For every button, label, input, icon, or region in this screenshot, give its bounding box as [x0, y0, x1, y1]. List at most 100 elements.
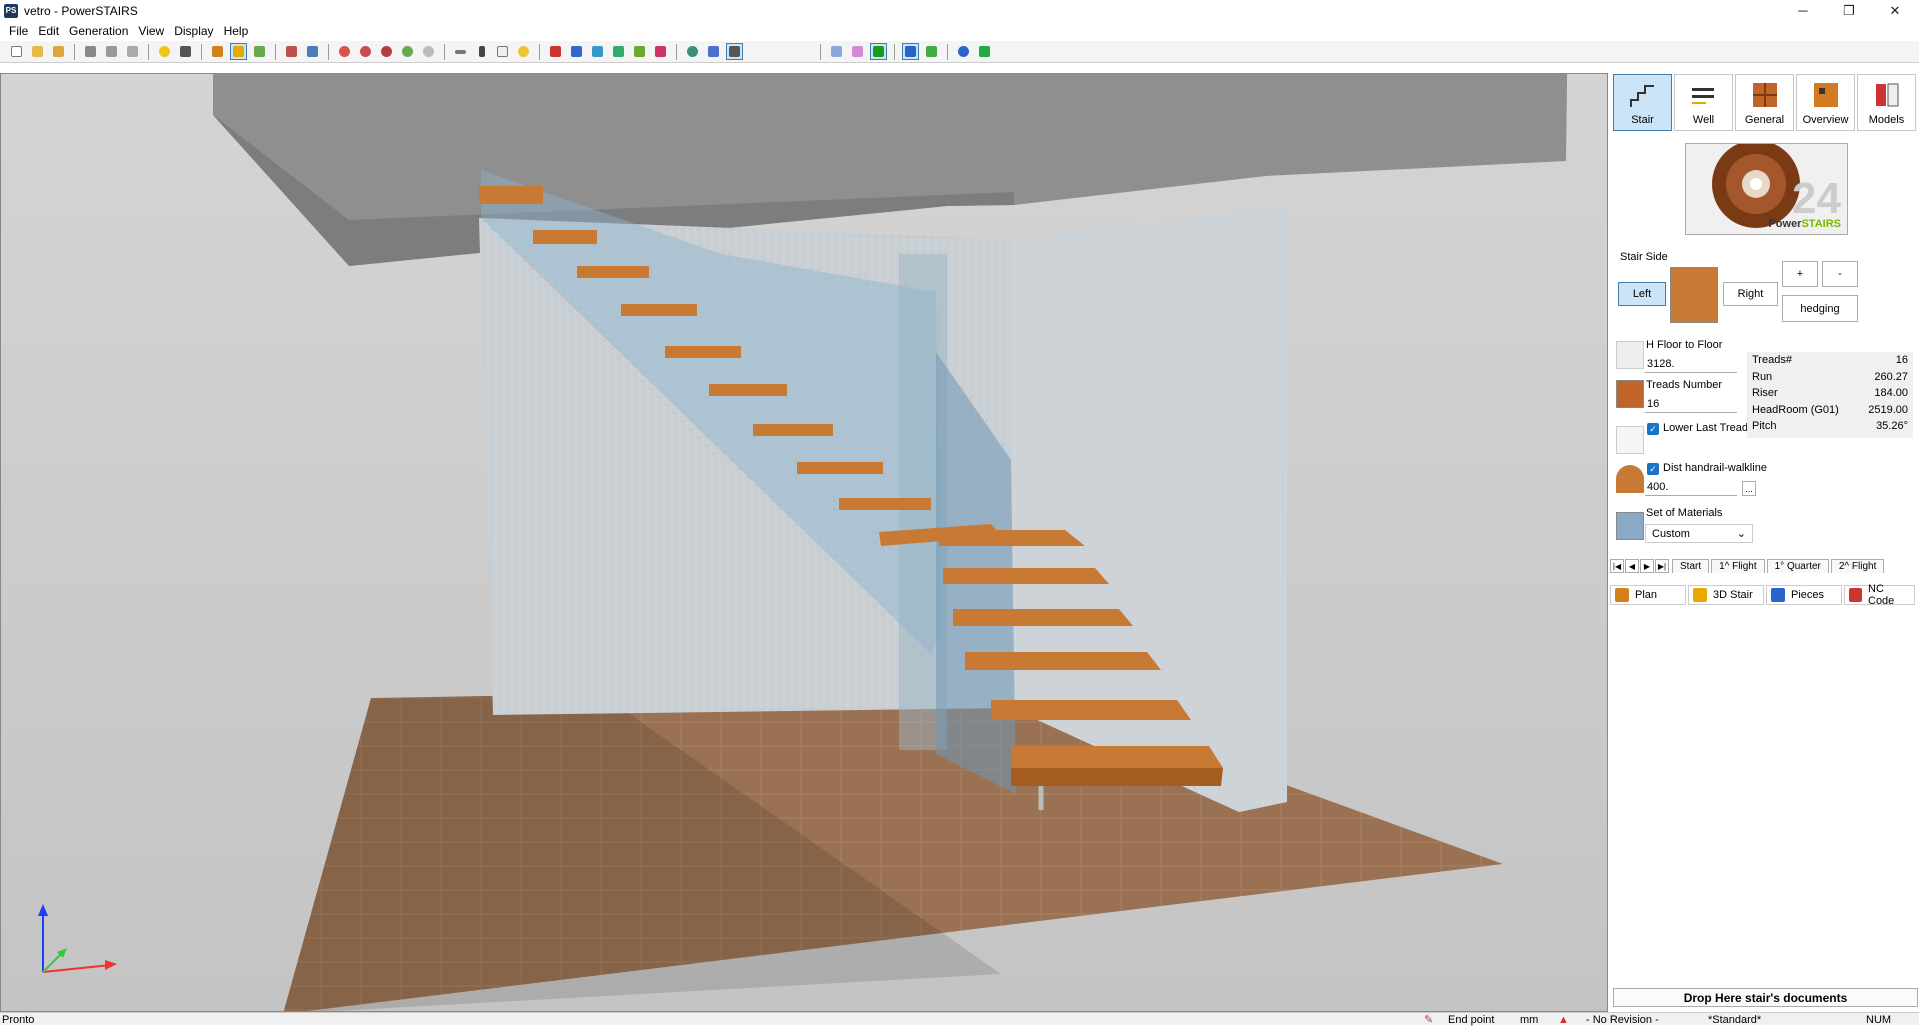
- status-text: Pronto: [2, 1014, 35, 1026]
- treads-number-input[interactable]: [1645, 396, 1737, 413]
- dist-handrail-checkbox[interactable]: ✓: [1647, 463, 1659, 475]
- dist-handrail-more-button[interactable]: ...: [1742, 481, 1756, 496]
- view-top-icon[interactable]: [631, 43, 648, 60]
- menu-edit[interactable]: Edit: [33, 21, 64, 41]
- menu-view[interactable]: View: [133, 21, 169, 41]
- minus-button[interactable]: -: [1822, 261, 1858, 287]
- menu-display[interactable]: Display: [169, 21, 218, 41]
- plus-button[interactable]: +: [1782, 261, 1818, 287]
- models-tab-label: Models: [1868, 114, 1905, 126]
- print-setup-icon[interactable]: [124, 43, 141, 60]
- overview-tab-button[interactable]: Overview: [1796, 74, 1855, 131]
- walkthrough-icon[interactable]: [705, 43, 722, 60]
- open-folder-icon[interactable]: [29, 43, 46, 60]
- h-floor-input[interactable]: [1645, 356, 1737, 373]
- help-pointer-icon[interactable]: [473, 43, 490, 60]
- new-file-icon[interactable]: [8, 43, 25, 60]
- print-icon[interactable]: [82, 43, 99, 60]
- light-bulb-icon[interactable]: [515, 43, 532, 60]
- next-flight-button[interactable]: ▶: [1640, 559, 1654, 573]
- stair-edit-icon[interactable]: [209, 43, 226, 60]
- tab-3d-stair-label: 3D Stair: [1713, 589, 1753, 601]
- general-tab-button[interactable]: General: [1735, 74, 1794, 131]
- display-wireframe-icon[interactable]: [828, 43, 845, 60]
- 3d-scene: [1, 74, 1607, 1011]
- tab-start[interactable]: Start: [1672, 559, 1710, 573]
- maximize-button[interactable]: ❐: [1826, 0, 1872, 21]
- logo-brand-stairs: STAIRS: [1801, 218, 1841, 230]
- menu-file[interactable]: File: [4, 21, 33, 41]
- sync-icon[interactable]: [955, 43, 972, 60]
- hedging-button[interactable]: hedging: [1782, 295, 1858, 322]
- display-textured-icon[interactable]: [902, 43, 919, 60]
- document-drop-zone[interactable]: Drop Here stair's documents: [1613, 988, 1918, 1007]
- export-icon[interactable]: [177, 43, 194, 60]
- unit-indicator[interactable]: mm: [1520, 1013, 1538, 1028]
- tab-3d-stair[interactable]: 3D Stair: [1688, 585, 1764, 605]
- display-shaded-icon[interactable]: [870, 43, 887, 60]
- tab-pieces-label: Pieces: [1791, 589, 1825, 601]
- lower-last-tread-checkbox[interactable]: ✓: [1647, 423, 1659, 435]
- tab-nc-code[interactable]: NC Code: [1844, 583, 1915, 607]
- previous-flight-button[interactable]: ◀: [1625, 559, 1639, 573]
- view-back-icon[interactable]: [568, 43, 585, 60]
- snap-mode[interactable]: End point: [1448, 1013, 1494, 1028]
- tab-pieces[interactable]: Pieces: [1766, 585, 1842, 605]
- view-right-icon[interactable]: [610, 43, 627, 60]
- pan-hand-icon[interactable]: [420, 43, 437, 60]
- logo-version: 24: [1792, 174, 1841, 223]
- view-iso-icon[interactable]: [652, 43, 669, 60]
- overview-tab-label: Overview: [1802, 114, 1849, 126]
- toolbar-separator: [539, 43, 540, 60]
- first-flight-button[interactable]: |◀: [1610, 559, 1624, 573]
- menu-help[interactable]: Help: [219, 21, 254, 41]
- style-indicator[interactable]: *Standard*: [1708, 1013, 1761, 1028]
- properties-icon[interactable]: [494, 43, 511, 60]
- toolbar-separator: [201, 43, 202, 60]
- dist-handrail-input[interactable]: [1645, 479, 1737, 496]
- zoom-in-icon[interactable]: [399, 43, 416, 60]
- cut-stair-icon[interactable]: [304, 43, 321, 60]
- summary-key: Run: [1752, 370, 1773, 383]
- display-render-icon[interactable]: [923, 43, 940, 60]
- display-hidden-icon[interactable]: [849, 43, 866, 60]
- tab-plan[interactable]: Plan: [1610, 585, 1686, 605]
- minimize-button[interactable]: ─: [1780, 0, 1826, 21]
- menu-generation[interactable]: Generation: [64, 21, 133, 41]
- well-tab-button[interactable]: Well: [1674, 74, 1733, 131]
- fullscreen-icon[interactable]: [976, 43, 993, 60]
- 3d-viewport[interactable]: [0, 73, 1608, 1012]
- revision-indicator[interactable]: - No Revision -: [1586, 1013, 1659, 1028]
- window-title: vetro - PowerSTAIRS: [24, 3, 138, 18]
- stair-summary: Treads# 16 Run 260.27 Riser 184.00 HeadRoom…: [1747, 352, 1913, 438]
- open-recent-icon[interactable]: [50, 43, 67, 60]
- close-button[interactable]: ✕: [1872, 0, 1918, 21]
- render-icon[interactable]: [684, 43, 701, 60]
- cut-icon[interactable]: [283, 43, 300, 60]
- zoom-out-icon[interactable]: [378, 43, 395, 60]
- view-left-icon[interactable]: [589, 43, 606, 60]
- zoom-all-icon[interactable]: [357, 43, 374, 60]
- stair-draw-icon[interactable]: [230, 43, 247, 60]
- print-preview-icon[interactable]: [103, 43, 120, 60]
- stair-side-left-button[interactable]: Left: [1618, 282, 1666, 306]
- materials-dropdown[interactable]: Custom ⌄: [1645, 524, 1753, 543]
- plan-icon: [1615, 588, 1629, 602]
- tab-1st-flight[interactable]: 1^ Flight: [1711, 559, 1765, 573]
- flight-navigation: |◀ ◀ ▶ ▶| Start 1^ Flight 1° Quarter 2^ …: [1610, 558, 1919, 574]
- stair-layers-icon[interactable]: [251, 43, 268, 60]
- last-flight-button[interactable]: ▶|: [1655, 559, 1669, 573]
- toolbar-separator: [148, 43, 149, 60]
- tab-1st-quarter[interactable]: 1° Quarter: [1766, 559, 1829, 573]
- zoom-window-icon[interactable]: [336, 43, 353, 60]
- treads-number-label: Treads Number: [1646, 379, 1723, 391]
- cloud-icon[interactable]: [156, 43, 173, 60]
- stair-side-right-button[interactable]: Right: [1723, 282, 1778, 306]
- toolbar: [0, 41, 1919, 63]
- view-front-icon[interactable]: [547, 43, 564, 60]
- measure-icon[interactable]: [452, 43, 469, 60]
- screenshot-icon[interactable]: [726, 43, 743, 60]
- stair-tab-button[interactable]: Stair: [1613, 74, 1672, 131]
- models-tab-button[interactable]: Models: [1857, 74, 1916, 131]
- tab-2nd-flight[interactable]: 2^ Flight: [1830, 559, 1885, 573]
